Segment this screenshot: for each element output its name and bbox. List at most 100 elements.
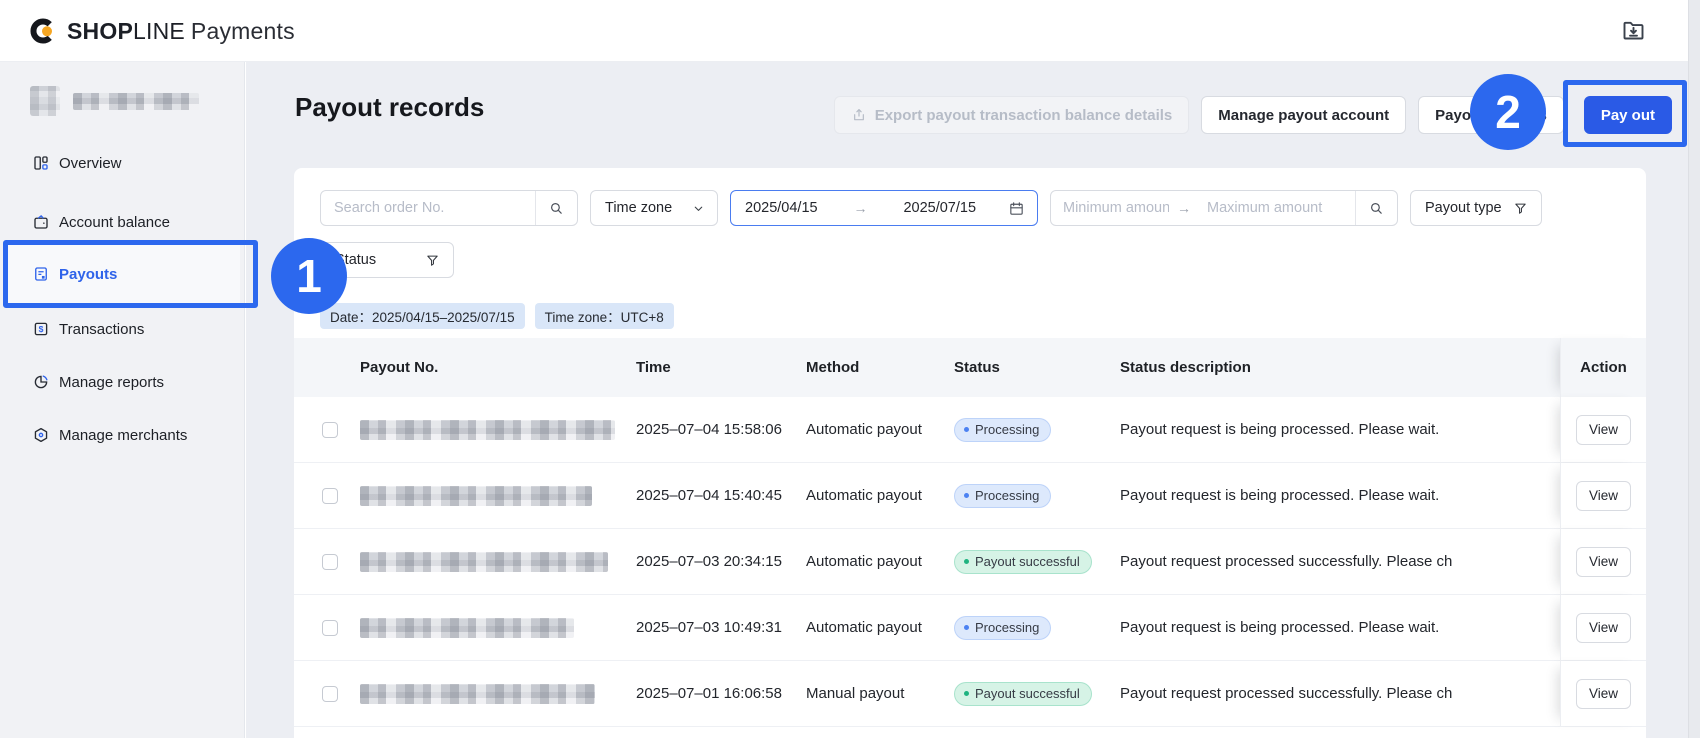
sidebar-item-manage-reports[interactable]: Manage reports [0, 362, 245, 402]
payout-settings-button[interactable]: Payout settings [1418, 96, 1564, 134]
sidebar-item-label: Overview [59, 155, 122, 172]
account-summary [30, 86, 199, 116]
table-row: 2025–07–03 20:34:15 Automatic payout Pay… [294, 529, 1646, 595]
wallet-icon [32, 213, 50, 231]
col-action: Action [1560, 338, 1646, 397]
amount-search-submit[interactable] [1355, 191, 1397, 225]
pay-out-button[interactable]: Pay out [1584, 96, 1672, 134]
search-submit[interactable] [535, 191, 577, 225]
view-button[interactable]: View [1576, 547, 1631, 577]
status-description: Payout request is being processed. Pleas… [1112, 421, 1560, 438]
page-scrollbar[interactable] [1688, 0, 1700, 738]
search-input[interactable] [321, 200, 535, 216]
payout-method: Automatic payout [798, 619, 946, 636]
merchants-hexagon-icon [32, 426, 50, 444]
payout-time: 2025–07–01 16:06:58 [628, 685, 798, 702]
table-row: 2025–07–03 10:49:31 Automatic payout Pro… [294, 595, 1646, 661]
view-button[interactable]: View [1576, 613, 1631, 643]
sidebar: Overview Account balance Payouts $ Trans… [0, 62, 245, 738]
payout-document-icon [32, 265, 50, 283]
transactions-icon: $ [32, 320, 50, 338]
brand-text: SHOPLINEPayments [67, 18, 295, 45]
funnel-icon [425, 253, 440, 268]
col-payout-no: Payout No. [350, 359, 628, 376]
table-row: 2025–07–04 15:58:06 Automatic payout Pro… [294, 397, 1646, 463]
time-zone-label: Time zone [605, 200, 672, 216]
sidebar-item-label: Manage reports [59, 374, 164, 391]
col-status-description: Status description [1112, 359, 1560, 376]
date-to-value: 2025/07/15 [903, 200, 976, 216]
sidebar-item-manage-merchants[interactable]: Manage merchants [0, 415, 245, 455]
sidebar-item-label: Manage merchants [59, 427, 187, 444]
applied-filters: Date：2025/04/15–2025/07/15 Time zone：UTC… [320, 303, 1620, 329]
status-description: Payout request processed successfully. P… [1112, 553, 1560, 570]
pie-chart-icon [32, 373, 50, 391]
sidebar-item-overview[interactable]: Overview [0, 143, 245, 183]
status-dot-icon [964, 691, 969, 696]
payout-type-filter[interactable]: Payout type [1410, 190, 1542, 226]
view-button[interactable]: View [1576, 481, 1631, 511]
filter-bar-row2: Status [320, 242, 1620, 278]
main-content: Payout records Export payout transaction… [246, 62, 1688, 738]
order-search-box [320, 190, 578, 226]
status-badge: Payout successful [954, 682, 1092, 706]
range-arrow-icon: → [1173, 200, 1195, 216]
date-filter-tag: Date：2025/04/15–2025/07/15 [320, 303, 525, 329]
payout-number-redacted [360, 420, 615, 440]
export-icon [851, 107, 867, 123]
view-button[interactable]: View [1576, 679, 1631, 709]
status-dot-icon [964, 427, 969, 432]
payout-time: 2025–07–04 15:40:45 [628, 487, 798, 504]
sidebar-item-payouts[interactable]: Payouts [6, 245, 240, 303]
sidebar-item-label: Payouts [59, 266, 117, 283]
search-icon [1368, 200, 1385, 217]
payout-method: Automatic payout [798, 421, 946, 438]
row-checkbox[interactable] [322, 620, 338, 636]
sidebar-item-label: Transactions [59, 321, 144, 338]
payout-type-label: Payout type [1425, 200, 1502, 216]
payout-number-redacted [360, 552, 608, 572]
status-dot-icon [964, 559, 969, 564]
minimum-amount-input[interactable] [1051, 200, 1173, 216]
payout-number-redacted [360, 618, 574, 638]
manage-payout-account-button[interactable]: Manage payout account [1201, 96, 1406, 134]
payout-method: Automatic payout [798, 487, 946, 504]
col-method: Method [798, 359, 946, 376]
payout-records-card: Time zone 2025/04/15 → 2025/07/15 → [294, 168, 1646, 738]
sidebar-item-label: Account balance [59, 214, 170, 231]
chevron-down-icon [692, 202, 705, 215]
view-button[interactable]: View [1576, 415, 1631, 445]
table-row: 2025–07–01 16:06:58 Manual payout Payout… [294, 661, 1646, 727]
payout-time: 2025–07–03 10:49:31 [628, 619, 798, 636]
calendar-icon [1008, 200, 1025, 217]
time-zone-dropdown[interactable]: Time zone [590, 190, 718, 226]
status-description: Payout request is being processed. Pleas… [1112, 487, 1560, 504]
status-badge: Processing [954, 484, 1051, 508]
row-checkbox[interactable] [322, 686, 338, 702]
time-zone-tag: Time zone：UTC+8 [535, 303, 674, 329]
sidebar-item-transactions[interactable]: $ Transactions [0, 309, 245, 349]
status-badge: Processing [954, 616, 1051, 640]
date-range-picker[interactable]: 2025/04/15 → 2025/07/15 [730, 190, 1038, 226]
shopline-logo: SHOPLINEPayments [28, 0, 295, 62]
status-filter-label: Status [335, 252, 376, 268]
payout-method: Manual payout [798, 685, 946, 702]
status-filter[interactable]: Status [320, 242, 454, 278]
filter-bar: Time zone 2025/04/15 → 2025/07/15 → [320, 190, 1620, 226]
account-name-redacted [73, 93, 199, 110]
status-dot-icon [964, 625, 969, 630]
topbar: SHOPLINEPayments [0, 0, 1700, 62]
status-badge: Payout successful [954, 550, 1092, 574]
payout-method: Automatic payout [798, 553, 946, 570]
folder-download-icon [1620, 17, 1647, 44]
page-title: Payout records [295, 92, 484, 123]
row-checkbox[interactable] [322, 422, 338, 438]
row-checkbox[interactable] [322, 488, 338, 504]
export-balance-details-button[interactable]: Export payout transaction balance detail… [834, 96, 1190, 134]
sidebar-item-account-balance[interactable]: Account balance [0, 202, 245, 242]
maximum-amount-input[interactable] [1195, 200, 1355, 216]
download-records-button[interactable] [1618, 17, 1648, 47]
row-checkbox[interactable] [322, 554, 338, 570]
dashboard-icon [32, 154, 50, 172]
shopline-logo-icon [28, 16, 58, 46]
